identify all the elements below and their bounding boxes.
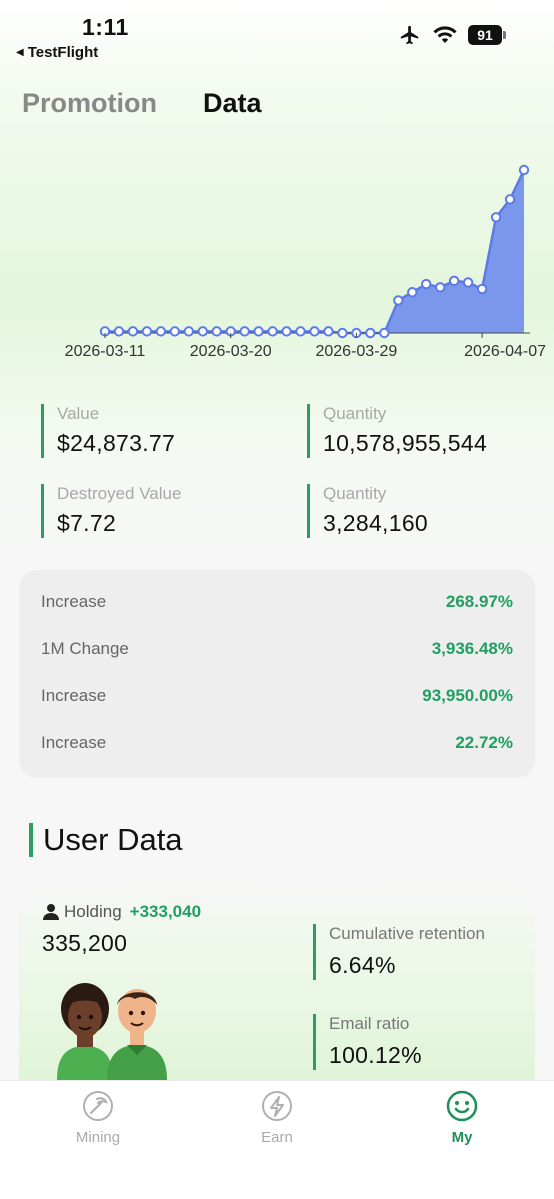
back-triangle-icon: ◀ [16, 47, 24, 58]
chart-point [435, 282, 446, 293]
tab-promotion[interactable]: Promotion [22, 88, 157, 119]
change-value: 3,936.48% [431, 639, 513, 658]
chart-point [462, 277, 474, 288]
holding-value: 335,200 [42, 930, 128, 956]
bottom-tab-bar: Mining Earn My [0, 1080, 554, 1199]
cumulative-retention-value: 6.64% [329, 952, 396, 978]
status-icons: 91 [398, 24, 506, 46]
chart-point [518, 164, 530, 176]
change-card: Increase 268.97% 1M Change 3,936.48% Inc… [19, 570, 535, 778]
person-icon [43, 904, 59, 920]
email-ratio-value: 100.12% [329, 1042, 422, 1068]
chart-point [421, 278, 432, 290]
chart-point [267, 326, 278, 337]
stat-destroyed-value: Destroyed Value $7.72 [41, 484, 181, 538]
chart-point [490, 212, 502, 223]
holding-label: Holding [64, 902, 122, 921]
tab-earn[interactable]: Earn [217, 1089, 337, 1146]
stat-destroyed-quantity-amount: 3,284,160 [323, 510, 429, 536]
chart-point [113, 326, 125, 337]
back-app-label: TestFlight [27, 44, 99, 61]
chart-point [169, 326, 181, 337]
chart-point [183, 326, 195, 337]
change-row: Increase 22.72% [41, 733, 513, 753]
chart-point [239, 326, 250, 337]
chart-point [141, 326, 153, 337]
section-title-text: User Data [43, 822, 183, 857]
chart-x-tick-label: 2026-03-11 [65, 343, 146, 360]
wifi-icon [433, 26, 457, 43]
status-bar: 1:11 ◀ TestFlight 91 [0, 0, 554, 70]
tab-my[interactable]: My [402, 1089, 522, 1146]
value-chart-svg: 2026-03-11 2026-03-20 2026-03-29 2026-04-07 [65, 164, 546, 360]
change-row: Increase 268.97% [41, 592, 513, 612]
chart-point [295, 326, 306, 337]
chart-point [197, 326, 208, 337]
chart-point [448, 275, 460, 287]
stat-destroyed-quantity: Quantity 3,284,160 [307, 484, 428, 538]
cumulative-retention-label: Cumulative retention [329, 924, 485, 943]
chart-point [504, 194, 516, 205]
stat-value-amount: $24,873.77 [57, 430, 176, 456]
section-accent-bar [29, 823, 33, 857]
tab-earn-label: Earn [261, 1129, 293, 1146]
email-ratio-stat: Email ratio 100.12% [313, 1014, 422, 1070]
tab-mining-label: Mining [75, 1129, 121, 1146]
stat-destroyed-quantity-label: Quantity [323, 484, 387, 503]
pickaxe-icon [83, 1091, 113, 1121]
chart-point [211, 326, 222, 337]
change-value: 93,950.00% [422, 686, 513, 705]
chart-x-tick-label: 2026-03-29 [315, 343, 397, 360]
change-label: Increase [41, 733, 107, 752]
airplane-icon [400, 25, 419, 45]
chart-point [379, 327, 390, 339]
change-row: Increase 93,950.00% [41, 686, 513, 706]
cumulative-retention-stat: Cumulative retention 6.64% [313, 924, 485, 980]
back-to-testflight-link[interactable]: ◀ TestFlight [16, 44, 98, 61]
value-chart: 2026-03-11 2026-03-20 2026-03-29 2026-04-07 [0, 150, 554, 380]
change-label: 1M Change [41, 639, 129, 658]
chart-point [393, 295, 404, 306]
chart-point [337, 327, 348, 339]
tab-data[interactable]: Data [203, 88, 262, 119]
tab-my-label: My [451, 1129, 473, 1146]
change-row: 1M Change 3,936.48% [41, 639, 513, 659]
battery-cap [503, 31, 506, 39]
change-value: 268.97% [445, 592, 513, 611]
battery-indicator: 91 [468, 25, 506, 45]
change-label: Increase [41, 592, 107, 611]
chart-area [105, 170, 524, 333]
holding-row: Holding +333,040 [42, 902, 201, 922]
smiley-icon [446, 1090, 478, 1122]
stat-quantity-label: Quantity [323, 404, 387, 423]
battery-level: 91 [468, 25, 502, 45]
users-illustration [57, 983, 167, 1080]
email-ratio-label: Email ratio [329, 1014, 410, 1033]
stat-quantity: Quantity 10,578,955,544 [307, 404, 487, 458]
tab-mining[interactable]: Mining [38, 1089, 158, 1146]
chart-point [323, 326, 334, 337]
chart-point [407, 287, 418, 298]
change-value: 22.72% [455, 733, 513, 752]
lightning-icon [262, 1091, 292, 1121]
chart-point [365, 327, 376, 339]
chart-x-tick-label: 2026-03-20 [190, 343, 272, 360]
chart-point [476, 283, 488, 295]
top-tabs: Promotion Data [22, 88, 262, 119]
stat-destroyed-value-amount: $7.72 [57, 510, 117, 536]
chart-x-tick-label: 2026-04-07 [464, 343, 546, 360]
user-data-section-title: User Data [29, 822, 183, 858]
chart-point [253, 326, 264, 337]
stat-value: Value $24,873.77 [41, 404, 175, 458]
stat-quantity-amount: 10,578,955,544 [323, 430, 488, 456]
status-time: 1:11 [82, 14, 129, 40]
holding-delta: +333,040 [129, 902, 202, 921]
stat-value-label: Value [57, 404, 100, 423]
change-label: Increase [41, 686, 107, 705]
chart-point [281, 326, 292, 337]
chart-point [309, 326, 320, 337]
chart-point [127, 326, 139, 337]
chart-point [155, 326, 167, 337]
stat-destroyed-value-label: Destroyed Value [57, 484, 182, 503]
